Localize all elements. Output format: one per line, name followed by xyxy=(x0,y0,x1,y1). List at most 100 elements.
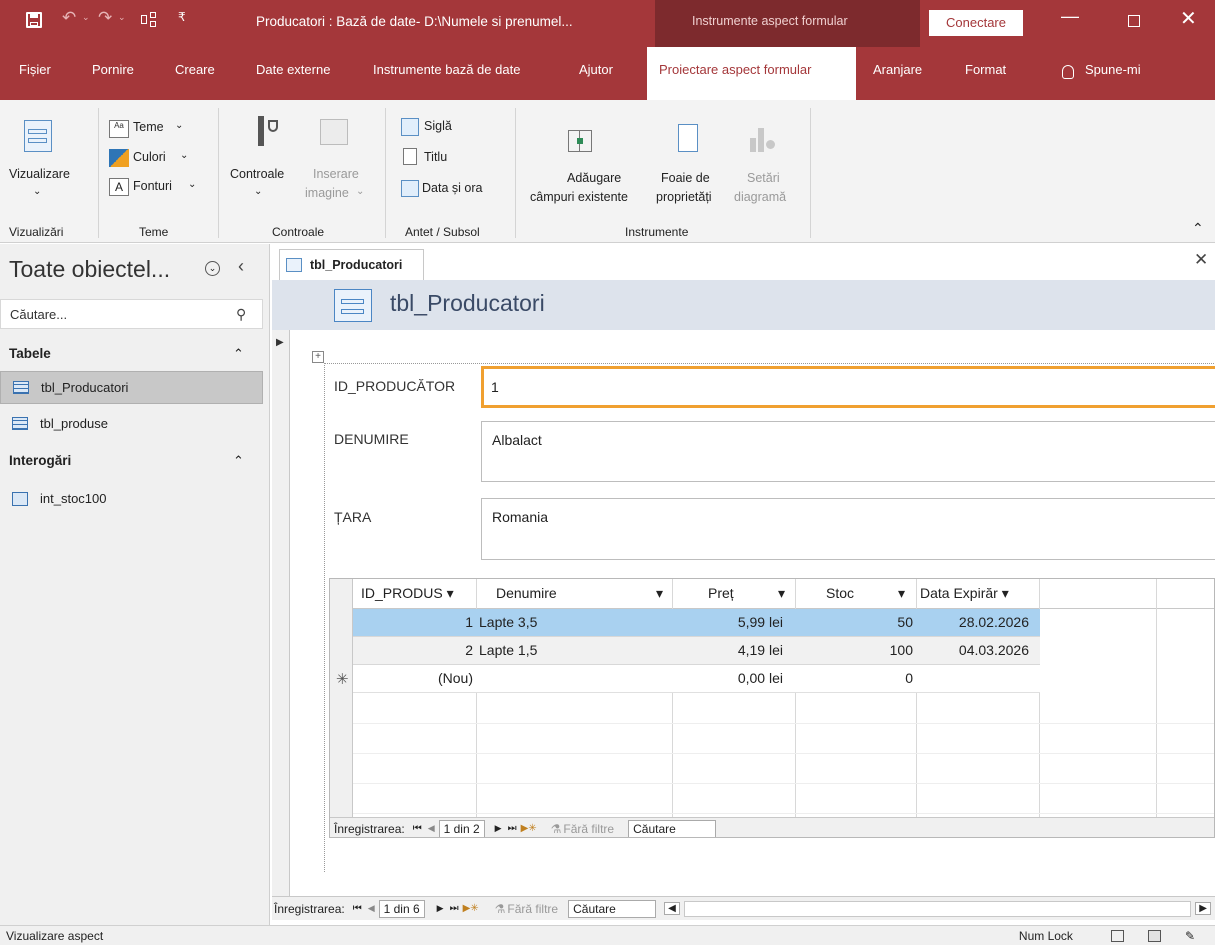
nav-search-box[interactable]: Căutare... ⚲ xyxy=(0,299,263,329)
redo-icon[interactable]: ↷ xyxy=(98,8,112,28)
themes-button[interactable]: Teme xyxy=(133,120,164,134)
main-current-record[interactable]: 1 din 6 xyxy=(378,899,425,918)
prev-record-icon[interactable]: ◀ xyxy=(368,903,375,914)
undo-dropdown-icon[interactable]: ⌄ xyxy=(82,12,90,23)
col-header-stoc[interactable]: Stoc xyxy=(826,585,854,601)
colors-button[interactable]: Culori xyxy=(133,150,166,164)
subform-filter-status[interactable]: Fără filtre xyxy=(563,822,614,836)
subform-current-record[interactable]: 1 din 2 xyxy=(438,819,485,837)
input-tara[interactable]: Romania xyxy=(481,498,1215,560)
subform-search-input[interactable]: Căutare xyxy=(628,819,717,837)
shutter-bar-icon[interactable]: ‹ xyxy=(238,256,244,277)
col-header-stoc-dropdown-icon[interactable]: ▾ xyxy=(898,585,905,602)
insert-image-button[interactable]: Inserare xyxy=(313,167,359,181)
chart-settings-button[interactable]: Setări xyxy=(747,171,780,185)
main-filter-status[interactable]: Fără filtre xyxy=(507,902,558,916)
tab-format[interactable]: Format xyxy=(965,35,1006,88)
main-search-input[interactable]: Căutare xyxy=(568,899,657,918)
nav-pane-title[interactable]: Toate obiectel... xyxy=(9,256,170,283)
tab-file[interactable]: Fișier xyxy=(19,35,51,88)
layout-view-button-icon[interactable] xyxy=(1147,929,1161,942)
collapse-queries-icon[interactable]: ⌃ xyxy=(233,453,244,469)
tab-arrange[interactable]: Aranjare xyxy=(873,35,922,88)
nav-item-tbl-produse[interactable]: tbl_produse xyxy=(0,407,263,440)
first-record-icon[interactable]: ⏮ xyxy=(353,903,362,914)
customize-toolbar-icon[interactable]: ₹ xyxy=(178,10,186,24)
property-sheet-button[interactable]: Foaie de xyxy=(661,171,710,185)
view-button[interactable]: Vizualizare xyxy=(9,167,70,181)
redo-dropdown-icon[interactable]: ⌄ xyxy=(118,12,126,23)
view-dropdown-icon[interactable]: ⌄ xyxy=(33,186,41,197)
first-record-icon[interactable]: ⏮ xyxy=(413,823,422,834)
save-icon[interactable] xyxy=(26,12,42,28)
themes-dropdown-icon[interactable]: ⌄ xyxy=(175,120,183,131)
next-record-icon[interactable]: ▶ xyxy=(437,903,444,914)
document-area: tbl_Producatori ✕ tbl_Producatori ▶ + ID… xyxy=(272,244,1215,925)
doc-tab-tbl-producatori[interactable]: tbl_Producatori xyxy=(279,249,424,280)
tell-me-search[interactable]: Spune-mi xyxy=(1085,35,1141,88)
col-header-pret[interactable]: Preț xyxy=(708,585,734,601)
tab-form-layout-design[interactable]: Proiectare aspect formular xyxy=(647,47,856,100)
record-selector-column[interactable]: ▶ xyxy=(272,330,290,910)
colors-dropdown-icon[interactable]: ⌄ xyxy=(180,150,188,161)
filter-icon[interactable]: ⚗ xyxy=(495,902,506,916)
fonts-dropdown-icon[interactable]: ⌄ xyxy=(188,179,196,190)
filter-icon[interactable]: ⚗ xyxy=(551,822,562,836)
subform-datasheet[interactable]: ID_PRODUS ▾ Denumire ▾ Preț ▾ Stoc ▾ Dat… xyxy=(329,578,1215,838)
scroll-left-icon[interactable]: ◀ xyxy=(664,902,680,915)
fonts-button[interactable]: Fonturi xyxy=(133,179,172,193)
logo-button[interactable]: Siglă xyxy=(424,119,452,133)
add-existing-fields-button[interactable]: Adăugare xyxy=(567,171,621,185)
nav-menu-icon[interactable]: ⌄ xyxy=(205,261,220,276)
insert-image-dropdown-icon[interactable]: ⌄ xyxy=(356,186,364,197)
col-header-data-expirare[interactable]: Data Expirăr ▾ xyxy=(920,585,1009,602)
form-view-button-icon[interactable] xyxy=(1110,929,1124,942)
table-row[interactable]: 2 Lapte 1,5 4,19 lei 100 04.03.2026 xyxy=(353,637,1040,665)
date-time-button[interactable]: Data și ora xyxy=(422,181,482,195)
select-all-corner[interactable] xyxy=(330,579,353,609)
collapse-tables-icon[interactable]: ⌃ xyxy=(233,346,244,362)
close-document-icon[interactable]: ✕ xyxy=(1194,250,1208,270)
tab-external-data[interactable]: Date externe xyxy=(256,35,330,88)
tab-help[interactable]: Ajutor xyxy=(579,35,613,88)
col-header-denumire-dropdown-icon[interactable]: ▾ xyxy=(656,585,663,602)
input-denumire[interactable]: Albalact xyxy=(481,421,1215,482)
tab-create[interactable]: Creare xyxy=(175,35,215,88)
collapse-ribbon-icon[interactable]: ⌃ xyxy=(1192,220,1204,237)
maximize-icon[interactable] xyxy=(1128,15,1140,27)
table-row[interactable]: 1 Lapte 3,5 5,99 lei 50 28.02.2026 xyxy=(353,609,1040,637)
last-record-icon[interactable]: ⏭ xyxy=(450,903,459,914)
col-header-pret-dropdown-icon[interactable]: ▾ xyxy=(778,585,785,602)
col-header-id-produs[interactable]: ID_PRODUS ▾ xyxy=(361,585,454,602)
new-record-nav-icon[interactable]: ▶✳ xyxy=(463,903,479,914)
minimize-icon[interactable]: — xyxy=(1061,6,1079,27)
controls-dropdown-icon[interactable]: ⌄ xyxy=(254,186,262,197)
row-selector-column[interactable] xyxy=(330,609,353,837)
close-window-icon[interactable]: ✕ xyxy=(1180,6,1197,31)
scroll-right-icon[interactable]: ▶ xyxy=(1195,902,1211,915)
col-header-denumire[interactable]: Denumire xyxy=(496,585,557,601)
new-record-nav-icon[interactable]: ▶✳ xyxy=(521,823,537,834)
form-header-icon xyxy=(334,289,372,322)
tab-database-tools[interactable]: Instrumente bază de date xyxy=(373,35,520,88)
undo-icon[interactable]: ↶ xyxy=(62,8,76,28)
search-icon[interactable]: ⚲ xyxy=(236,306,262,323)
controls-button[interactable]: Controale xyxy=(230,167,284,181)
nav-item-int-stoc100[interactable]: int_stoc100 xyxy=(0,482,263,515)
nav-search-input[interactable]: Căutare... xyxy=(1,307,236,322)
input-id-producator[interactable]: 1 xyxy=(481,366,1215,408)
last-record-icon[interactable]: ⏭ xyxy=(508,823,517,834)
section-tables[interactable]: Tabele xyxy=(9,346,51,361)
prev-record-icon[interactable]: ◀ xyxy=(428,823,435,834)
tab-home[interactable]: Pornire xyxy=(92,35,134,88)
design-view-button-icon[interactable]: ✎ xyxy=(1185,929,1195,943)
nav-item-tbl-producatori[interactable]: tbl_Producatori xyxy=(0,371,263,404)
horizontal-scrollbar[interactable] xyxy=(683,900,1192,917)
relationships-icon[interactable] xyxy=(141,12,157,28)
section-queries[interactable]: Interogări xyxy=(9,453,71,468)
layout-selector-icon[interactable]: + xyxy=(312,351,324,363)
signin-button[interactable]: Conectare xyxy=(929,10,1023,36)
next-record-icon[interactable]: ▶ xyxy=(495,823,502,834)
title-button[interactable]: Titlu xyxy=(424,150,447,164)
new-record-row[interactable]: (Nou) 0,00 lei 0 xyxy=(353,665,1040,693)
